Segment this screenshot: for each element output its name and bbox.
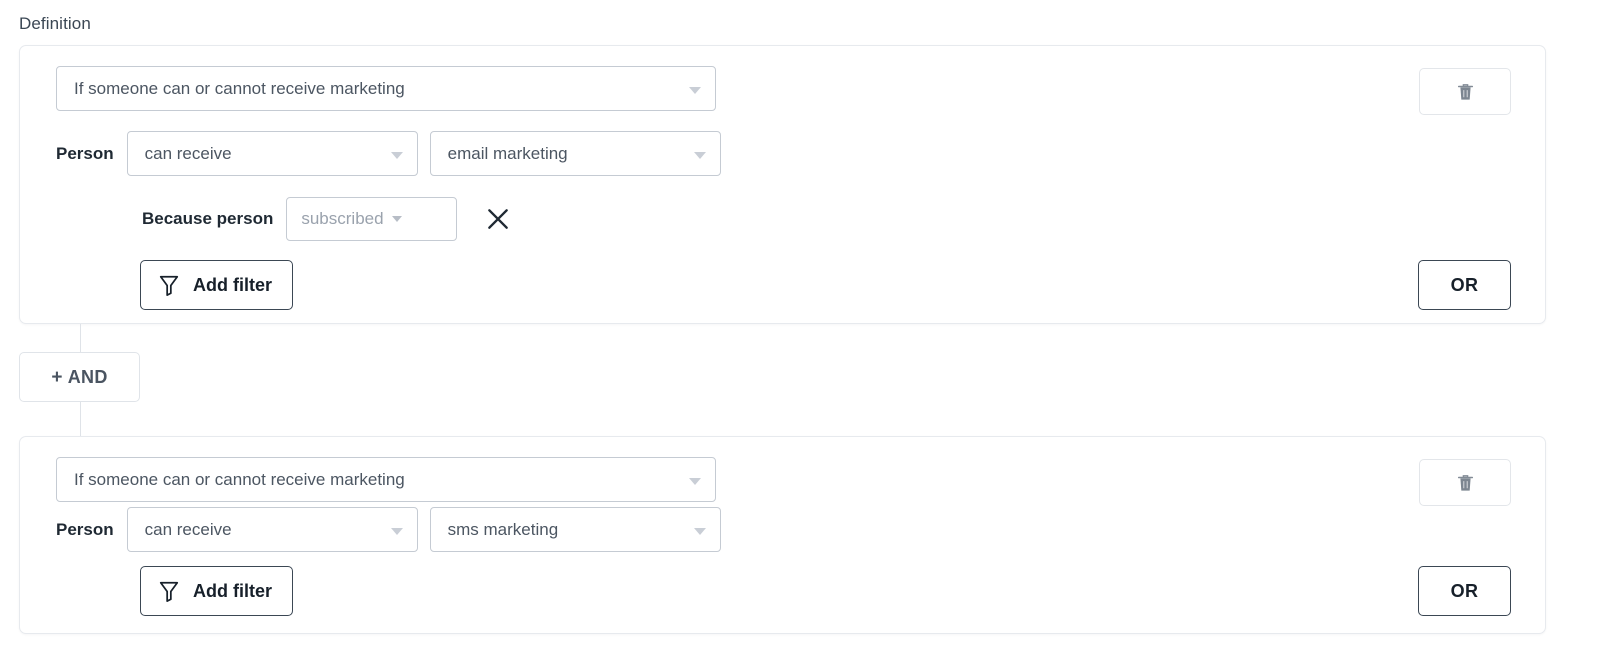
chevron-down-icon [689, 478, 701, 485]
trigger-row-2: If someone can or cannot receive marketi… [56, 457, 716, 502]
trash-icon [1457, 473, 1474, 493]
or-button-2[interactable]: OR [1418, 566, 1511, 616]
add-filter-button-2[interactable]: Add filter [140, 566, 293, 616]
condition-card-1: If someone can or cannot receive marketi… [19, 45, 1546, 324]
channel-select-1-value: email marketing [448, 144, 568, 164]
trash-icon [1457, 82, 1474, 102]
funnel-icon [158, 273, 180, 297]
channel-select-2[interactable]: sms marketing [430, 507, 721, 552]
add-filter-label-2: Add filter [193, 581, 272, 602]
channel-select-2-value: sms marketing [448, 520, 559, 540]
delete-condition-button-1[interactable] [1419, 68, 1511, 115]
chevron-down-icon [694, 152, 706, 159]
delete-condition-button-2[interactable] [1419, 459, 1511, 506]
add-filter-row-2: Add filter [140, 566, 293, 616]
because-person-label: Because person [142, 209, 273, 229]
person-label-2: Person [56, 520, 114, 540]
trigger-row-1: If someone can or cannot receive marketi… [56, 66, 716, 111]
add-and-group-label: AND [68, 367, 108, 388]
reason-row-1: Because person subscribed [142, 197, 515, 241]
add-and-group-button[interactable]: + AND [19, 352, 140, 402]
plus-icon: + [51, 368, 62, 387]
ability-select-1[interactable]: can receive [127, 131, 418, 176]
funnel-icon [158, 579, 180, 603]
channel-select-1[interactable]: email marketing [430, 131, 721, 176]
person-label-1: Person [56, 144, 114, 164]
reason-select-1[interactable]: subscribed [286, 197, 457, 241]
ability-select-2[interactable]: can receive [127, 507, 418, 552]
condition-card-1-body: If someone can or cannot receive marketi… [20, 46, 1545, 323]
condition-card-2-body: If someone can or cannot receive marketi… [20, 437, 1545, 633]
ability-select-2-value: can receive [145, 520, 232, 540]
trigger-select-2[interactable]: If someone can or cannot receive marketi… [56, 457, 716, 502]
condition-row-2: Person can receive sms marketing [56, 507, 721, 552]
ability-select-1-value: can receive [145, 144, 232, 164]
chevron-down-icon [392, 216, 402, 222]
chevron-down-icon [694, 528, 706, 535]
condition-row-1: Person can receive email marketing [56, 131, 721, 176]
page-title: Definition [19, 13, 91, 35]
definition-builder: Definition If someone can or cannot rece… [0, 0, 1600, 670]
add-filter-button-1[interactable]: Add filter [140, 260, 293, 310]
trigger-select-2-value: If someone can or cannot receive marketi… [74, 470, 405, 490]
remove-reason-button[interactable] [481, 202, 515, 236]
chevron-down-icon [391, 528, 403, 535]
chevron-down-icon [391, 152, 403, 159]
reason-select-1-value: subscribed [301, 209, 383, 229]
add-filter-label-1: Add filter [193, 275, 272, 296]
trigger-select-1-value: If someone can or cannot receive marketi… [74, 79, 405, 99]
trigger-select-1[interactable]: If someone can or cannot receive marketi… [56, 66, 716, 111]
close-icon [485, 206, 511, 232]
condition-card-2: If someone can or cannot receive marketi… [19, 436, 1546, 634]
add-filter-row-1: Add filter [140, 260, 293, 310]
chevron-down-icon [689, 87, 701, 94]
or-button-1[interactable]: OR [1418, 260, 1511, 310]
